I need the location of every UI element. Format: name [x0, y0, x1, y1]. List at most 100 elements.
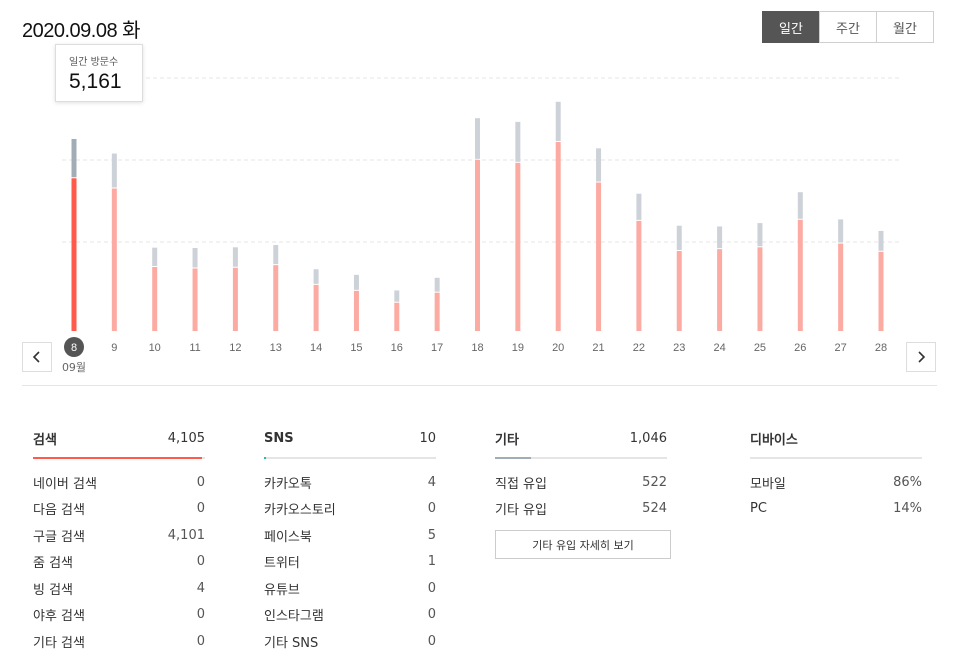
- list-item: 기타 유입 524: [495, 496, 667, 523]
- list-item: 빙 검색 4: [33, 575, 205, 602]
- list-item: PC 14%: [750, 496, 922, 523]
- etc-share-bar: [495, 457, 667, 459]
- prev-period-button[interactable]: [22, 342, 52, 372]
- bar-segment-secondary: [152, 247, 158, 267]
- row-value: 1: [427, 554, 436, 570]
- sns-list: 카카오톡 4 카카오스토리 0 페이스북 5 트위터 1 유튜브 0 인스타그램 0 기타 …: [264, 469, 436, 655]
- bar-segment-primary: [394, 302, 400, 331]
- list-item: 인스타그램 0: [264, 602, 436, 629]
- x-tick-label: 26: [794, 342, 806, 354]
- row-label: 유튜브: [264, 582, 300, 598]
- bar-segment-primary: [555, 141, 561, 331]
- row-label: 페이스북: [264, 529, 312, 545]
- etc-panel: 기타 1,046 직접 유입 522 기타 유입 524 기타 유입 자세히 보기: [495, 428, 671, 559]
- search-share-fill: [33, 457, 202, 459]
- bar-segment-primary: [152, 267, 158, 331]
- list-item: 구글 검색 4,101: [33, 522, 205, 549]
- row-value: 0: [427, 607, 436, 623]
- sns-share-fill: [264, 457, 266, 459]
- bar-segment-secondary: [434, 277, 440, 292]
- etc-list: 직접 유입 522 기타 유입 524: [495, 469, 667, 522]
- x-tick-label: 23: [673, 342, 685, 354]
- x-tick-label: 10: [149, 342, 161, 354]
- bar-segment-secondary: [394, 290, 400, 302]
- sns-panel: SNS 10 카카오톡 4 카카오스토리 0 페이스북 5 트위터 1 유튜브 0 인스타…: [264, 428, 436, 655]
- chevron-right-icon: [918, 351, 926, 363]
- tab-monthly[interactable]: 월간: [876, 11, 934, 43]
- x-tick-label: 18: [471, 342, 483, 354]
- device-list: 모바일 86% PC 14%: [750, 469, 922, 522]
- chevron-left-icon: [32, 351, 40, 363]
- bar-segment-secondary: [797, 192, 803, 219]
- row-label: 네이버 검색: [33, 476, 97, 492]
- list-item: 모바일 86%: [750, 469, 922, 496]
- list-item: 유튜브 0: [264, 575, 436, 602]
- bar-segment-primary: [757, 247, 763, 331]
- x-tick-label: 9: [111, 342, 117, 354]
- bar-segment-primary: [353, 290, 359, 331]
- bar-segment-primary: [273, 265, 279, 331]
- sns-share-bar: [264, 457, 436, 459]
- device-panel-title: 디바이스: [750, 432, 798, 448]
- x-tick-label: 28: [875, 342, 887, 354]
- list-item: 직접 유입 522: [495, 469, 667, 496]
- bar-segment-secondary: [878, 230, 884, 251]
- x-tick-label: 8: [71, 342, 77, 354]
- daily-visits-tooltip: 일간 방문수 5,161: [55, 44, 143, 102]
- list-item: 카카오톡 4: [264, 469, 436, 496]
- row-value: 524: [642, 501, 667, 517]
- bar-segment-primary: [717, 249, 723, 331]
- bar-segment-secondary: [475, 118, 480, 159]
- search-panel: 검색 4,105 네이버 검색 0 다음 검색 0 구글 검색 4,101 줌 검색 0…: [33, 428, 205, 655]
- tooltip-value: 5,161: [69, 70, 122, 93]
- tab-weekly[interactable]: 주간: [819, 11, 877, 43]
- sns-panel-total: 10: [419, 430, 436, 446]
- month-label: 09월: [62, 361, 86, 374]
- x-tick-label: 22: [633, 342, 645, 354]
- row-label: 줌 검색: [33, 556, 74, 572]
- bar-segment-secondary: [232, 247, 238, 267]
- visits-bar-chart: 8 09월 9 10 11 12 13 14 15 16 17 18 19 20 21 22 23 24 25 26 2…: [62, 77, 902, 374]
- row-label: 인스타그램: [264, 609, 324, 625]
- device-underline: [750, 457, 922, 459]
- bar-segment-primary: [838, 243, 844, 331]
- bar-segment-primary: [475, 159, 480, 331]
- x-tick-label: 12: [229, 342, 241, 354]
- row-value: 4,101: [167, 527, 205, 543]
- list-item: 페이스북 5: [264, 522, 436, 549]
- row-value: 522: [642, 474, 667, 490]
- device-panel: 디바이스 모바일 86% PC 14%: [750, 428, 922, 522]
- row-value: 0: [196, 554, 205, 570]
- row-label: 구글 검색: [33, 529, 85, 545]
- x-tick-label: 14: [310, 342, 322, 354]
- list-item: 다음 검색 0: [33, 496, 205, 523]
- list-item: 네이버 검색 0: [33, 469, 205, 496]
- row-label: 야후 검색: [33, 609, 85, 625]
- bar-segment-secondary: [313, 269, 319, 284]
- row-value: 0: [196, 607, 205, 623]
- etc-share-fill: [495, 457, 532, 459]
- list-item: 기타 검색 0: [33, 628, 205, 655]
- x-tick-label: 19: [512, 342, 524, 354]
- section-divider: [22, 385, 937, 386]
- bar-segment-primary: [71, 178, 77, 331]
- row-label: 기타 SNS: [264, 635, 319, 651]
- search-list: 네이버 검색 0 다음 검색 0 구글 검색 4,101 줌 검색 0 빙 검색 4 야후…: [33, 469, 205, 655]
- tab-daily[interactable]: 일간: [762, 11, 820, 43]
- weekday-text: 화: [122, 20, 141, 42]
- row-label: 트위터: [264, 556, 300, 572]
- list-item: 기타 SNS 0: [264, 628, 436, 655]
- bar-segment-primary: [596, 182, 602, 331]
- date-text: 2020.09.08: [22, 20, 118, 42]
- x-tick-label: 24: [713, 342, 725, 354]
- next-period-button[interactable]: [906, 342, 936, 372]
- bar-segment-secondary: [192, 248, 198, 268]
- x-tick-label: 17: [431, 342, 443, 354]
- bar-segment-primary: [515, 162, 521, 331]
- bar-segment-secondary: [353, 274, 359, 290]
- etc-detail-button[interactable]: 기타 유입 자세히 보기: [495, 530, 671, 559]
- row-label: 카카오스토리: [264, 503, 336, 519]
- row-value: 4: [427, 474, 436, 490]
- row-value: 0: [196, 633, 205, 649]
- bar-segment-secondary: [717, 226, 723, 249]
